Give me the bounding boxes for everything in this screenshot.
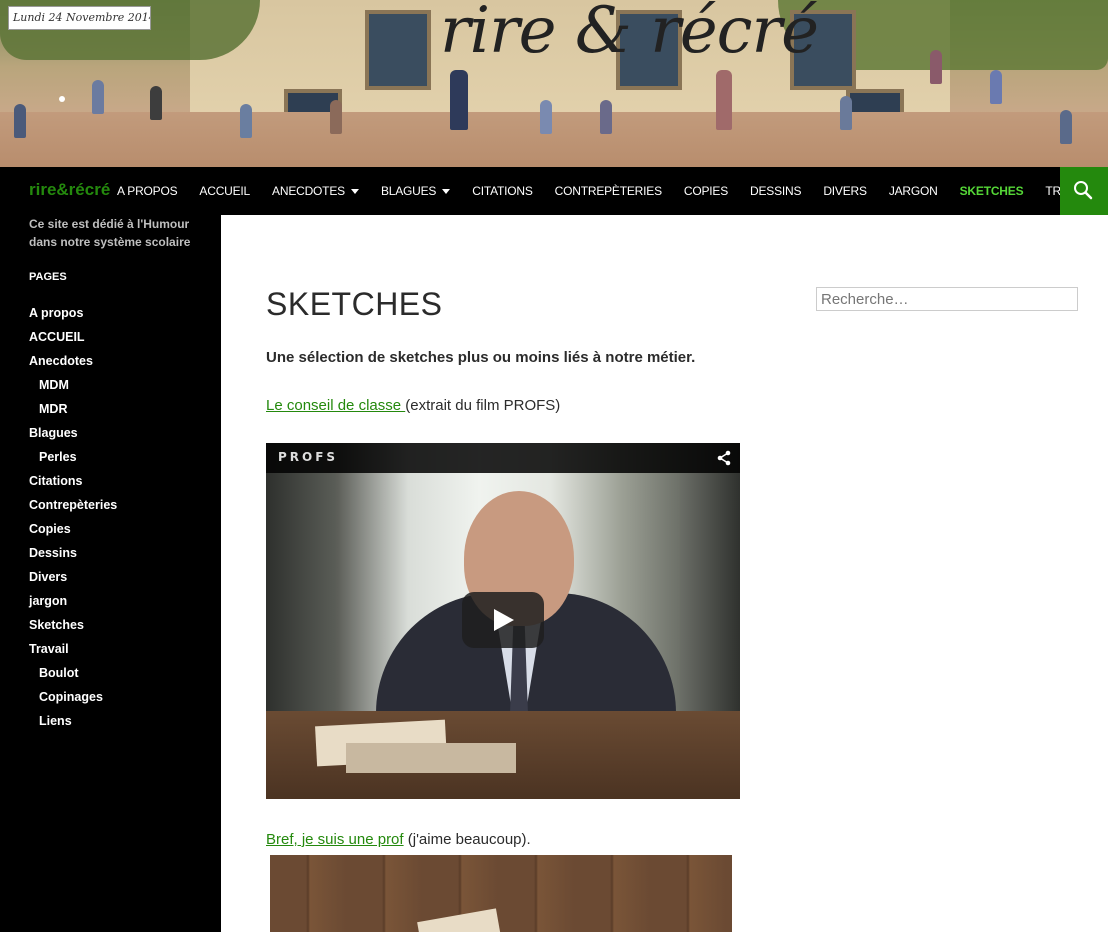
sidebar-link-mdm[interactable]: MDM: [39, 378, 69, 392]
search-input[interactable]: [816, 287, 1078, 311]
sidebar-link-blagues[interactable]: Blagues: [29, 426, 78, 440]
playground: [0, 112, 1108, 167]
nav-item-blagues[interactable]: BLAGUES: [370, 167, 461, 215]
nav-item-dessins[interactable]: DESSINS: [739, 167, 812, 215]
sketch-item-2-caption: (j'aime beaucoup).: [403, 831, 531, 848]
sidebar-link-a-propos[interactable]: A propos: [29, 306, 83, 320]
nav-item-label: CONTREPÈTERIES: [554, 184, 662, 198]
sketch-item-2: Bref, je suis une prof (j'aime beaucoup)…: [266, 831, 531, 848]
nav-item-a-propos[interactable]: A PROPOS: [106, 167, 188, 215]
caret-down-icon: [350, 189, 359, 195]
sidebar-link-sketches[interactable]: Sketches: [29, 618, 84, 632]
search-icon: [1074, 181, 1093, 200]
nav-item-divers[interactable]: DIVERS: [812, 167, 877, 215]
page-title: SKETCHES: [266, 286, 443, 322]
nav-item-label: ANECDOTES: [272, 184, 345, 198]
sidebar-link-copinages[interactable]: Copinages: [39, 690, 103, 704]
nav-item-label: DIVERS: [823, 184, 867, 198]
sidebar-link-travail[interactable]: Travail: [29, 642, 69, 656]
video-title[interactable]: PROFS: [278, 450, 338, 464]
sketch-thumbnail-bref[interactable]: [270, 855, 732, 932]
sidebar-link-liens[interactable]: Liens: [39, 714, 72, 728]
video-embed-profs[interactable]: PROFS: [266, 443, 740, 799]
sidebar-link-accueil[interactable]: ACCUEIL: [29, 330, 85, 344]
nav-item-label: JARGON: [888, 184, 938, 198]
thumbnail-floor: [270, 855, 732, 932]
sidebar-link-perles[interactable]: Perles: [39, 450, 77, 464]
banner-child: [600, 100, 612, 134]
share-icon[interactable]: [716, 450, 732, 466]
sidebar-link-citations[interactable]: Citations: [29, 474, 82, 488]
sidebar: Ce site est dédié à l'Humour dans notre …: [0, 215, 221, 932]
banner-child: [150, 86, 162, 120]
banner-window: [365, 10, 431, 90]
banner-child: [540, 100, 552, 134]
nav-item-label: COPIES: [683, 184, 729, 198]
banner-title: rire & récré: [440, 0, 819, 68]
sidebar-link-boulot[interactable]: Boulot: [39, 666, 79, 680]
nav-item-copies[interactable]: COPIES: [673, 167, 739, 215]
nav-menu: A PROPOS ACCUEIL ANECDOTES BLAGUES CITAT…: [106, 167, 1108, 215]
banner-child: [450, 70, 468, 130]
banner-child: [930, 50, 942, 84]
banner-child: [1060, 110, 1072, 144]
pages-heading: PAGES: [29, 271, 67, 283]
sidebar-link-jargon[interactable]: jargon: [29, 594, 67, 608]
sidebar-link-contrepeteries[interactable]: Contrepèteries: [29, 498, 117, 512]
sidebar-link-dessins[interactable]: Dessins: [29, 546, 77, 560]
nav-item-label: DESSINS: [750, 184, 802, 198]
sketch-link-bref-je-suis-une-prof[interactable]: Bref, je suis une prof: [266, 831, 404, 848]
header-banner-image[interactable]: rire & récré Lundi 24 Novembre 2014: [0, 0, 1108, 167]
banner-child: [840, 96, 852, 130]
site-tagline: Ce site est dédié à l'Humour dans notre …: [29, 217, 191, 249]
nav-item-label: CITATIONS: [472, 184, 533, 198]
sketch-item-1-caption: (extrait du film PROFS): [405, 397, 561, 414]
sidebar-link-mdr[interactable]: MDR: [39, 402, 67, 416]
nav-item-anecdotes[interactable]: ANECDOTES: [261, 167, 370, 215]
banner-child: [716, 70, 732, 130]
play-icon: [494, 609, 514, 631]
nav-item-label: ACCUEIL: [199, 184, 251, 198]
site-title-link[interactable]: rire&récré: [29, 180, 110, 200]
banner-dot: [59, 96, 65, 102]
nav-item-accueil[interactable]: ACCUEIL: [188, 167, 261, 215]
video-frame-book: [346, 743, 516, 773]
banner-child: [240, 104, 252, 138]
sketch-link-conseil-de-classe[interactable]: Le conseil de classe: [266, 397, 405, 414]
nav-item-jargon[interactable]: JARGON: [878, 167, 949, 215]
search-toggle-button[interactable]: [1060, 167, 1108, 215]
banner-child: [330, 100, 342, 134]
sidebar-link-anecdotes[interactable]: Anecdotes: [29, 354, 93, 368]
nav-item-label: SKETCHES: [959, 184, 1024, 198]
sidebar-link-divers[interactable]: Divers: [29, 570, 67, 584]
caret-down-icon: [442, 189, 451, 195]
sketch-item-1: Le conseil de classe (extrait du film PR…: [266, 397, 560, 414]
play-button[interactable]: [462, 592, 544, 648]
primary-navigation: rire&récré A PROPOS ACCUEIL ANECDOTES BL…: [0, 167, 1108, 215]
date-label: Lundi 24 Novembre 2014: [8, 6, 151, 30]
banner-child: [990, 70, 1002, 104]
nav-item-sketches[interactable]: SKETCHES: [949, 167, 1035, 215]
nav-item-contrepeteries[interactable]: CONTREPÈTERIES: [544, 167, 673, 215]
nav-item-label: A PROPOS: [117, 184, 178, 198]
banner-child: [14, 104, 26, 138]
banner-child: [92, 80, 104, 114]
sidebar-link-copies[interactable]: Copies: [29, 522, 71, 536]
nav-item-label: BLAGUES: [380, 184, 437, 198]
nav-item-citations[interactable]: CITATIONS: [461, 167, 543, 215]
intro-text: Une sélection de sketches plus ou moins …: [266, 349, 696, 366]
